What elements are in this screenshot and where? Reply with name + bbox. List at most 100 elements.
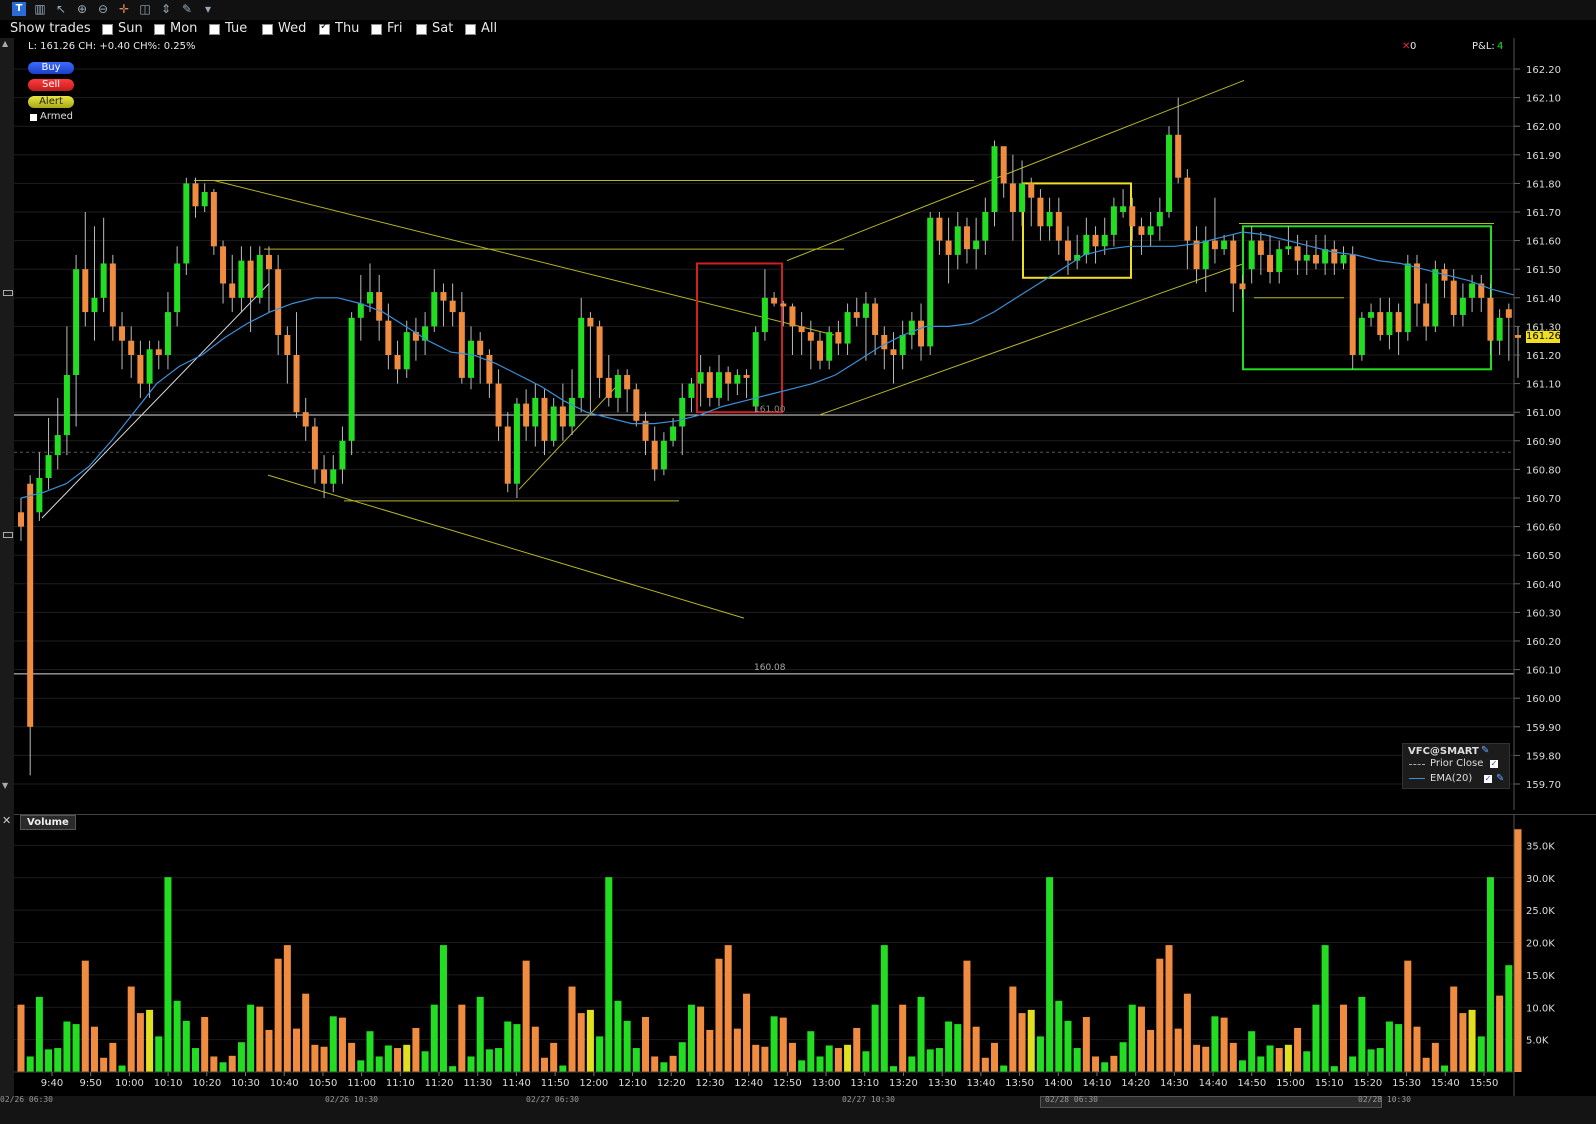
price-tick-label: 160.90 bbox=[1526, 437, 1561, 448]
candle-body bbox=[1055, 212, 1062, 241]
volume-bar bbox=[1073, 1048, 1081, 1072]
volume-bar bbox=[706, 1029, 714, 1072]
sell-button[interactable]: Sell bbox=[28, 79, 74, 91]
volume-chart[interactable]: 35.0K 30.0K 25.0K 20.0K 15.0K 10.0K 5.0K 9:40 9… bbox=[14, 814, 1596, 1096]
volume-bar bbox=[788, 1042, 796, 1072]
volume-bar bbox=[17, 1004, 25, 1072]
volume-bar bbox=[1009, 986, 1017, 1072]
candle-body bbox=[247, 260, 254, 298]
candle-body bbox=[137, 355, 144, 384]
close-volume-icon[interactable]: ✕ bbox=[2, 815, 12, 826]
candle-body bbox=[963, 226, 970, 250]
candle-body bbox=[1312, 254, 1319, 264]
volume-bar bbox=[1110, 1055, 1118, 1072]
volume-bar bbox=[825, 1045, 833, 1072]
app-icon[interactable]: T bbox=[12, 2, 26, 16]
pane-handle-top[interactable] bbox=[3, 290, 13, 296]
candle bbox=[752, 326, 759, 413]
bars-icon[interactable]: ▥ bbox=[33, 2, 47, 16]
scroll-up-icon[interactable]: ▲ bbox=[2, 40, 10, 48]
time-tick-label: 10:40 bbox=[270, 1078, 299, 1089]
volume-tick-label: 35.0K bbox=[1526, 841, 1555, 852]
level-label-161: 161.00 bbox=[754, 405, 786, 415]
date-label-4: 02/27 10:30 bbox=[842, 1095, 895, 1104]
volume-bar bbox=[1183, 993, 1191, 1072]
show-trades-label: Show trades bbox=[10, 21, 91, 36]
price-tick-label: 159.80 bbox=[1526, 751, 1561, 762]
volume-bar bbox=[136, 1013, 144, 1072]
volume-bar bbox=[669, 1055, 677, 1072]
volume-bar bbox=[770, 1016, 778, 1072]
zoom-in-icon[interactable]: ⊕ bbox=[75, 2, 89, 16]
volume-bar bbox=[63, 1021, 71, 1072]
volume-bar bbox=[853, 1027, 861, 1072]
volume-bar bbox=[302, 993, 310, 1072]
price-tick-label: 159.90 bbox=[1526, 723, 1561, 734]
candle-body bbox=[321, 469, 328, 484]
candle-body bbox=[385, 320, 392, 355]
candle-body bbox=[1175, 134, 1182, 178]
day-checkbox-thu[interactable] bbox=[319, 21, 330, 35]
candle-body bbox=[238, 260, 245, 298]
wrench-icon[interactable]: ✎ bbox=[180, 2, 194, 16]
volume-bar bbox=[568, 986, 576, 1072]
split-icon[interactable]: ◫ bbox=[138, 2, 152, 16]
crosshair-icon[interactable]: ✛ bbox=[117, 2, 131, 16]
prior-close-checkbox[interactable]: ✓ bbox=[1490, 760, 1498, 768]
price-chart[interactable]: 162.20 162.10 162.00 161.90 161.80 161.70 161.… bbox=[14, 38, 1596, 810]
dropdown-icon[interactable]: ▾ bbox=[201, 2, 215, 16]
armed-checkbox[interactable] bbox=[30, 114, 37, 121]
scroll-down-icon[interactable]: ▼ bbox=[2, 782, 10, 790]
volume-bar bbox=[945, 1021, 953, 1072]
day-checkbox-mon[interactable] bbox=[154, 24, 165, 35]
cursor-icon[interactable]: ↖ bbox=[54, 2, 68, 16]
day-checkbox-sat[interactable] bbox=[416, 24, 427, 35]
scroll-icon[interactable]: ⇕ bbox=[159, 2, 173, 16]
volume-bar bbox=[384, 1045, 392, 1072]
volume-bar bbox=[1486, 877, 1494, 1072]
candle-body bbox=[1404, 263, 1411, 333]
volume-bar bbox=[586, 1009, 594, 1072]
volume-bar bbox=[1248, 1031, 1256, 1072]
volume-bar bbox=[283, 945, 291, 1072]
alert-button[interactable]: Alert bbox=[28, 96, 74, 108]
volume-bar bbox=[26, 1056, 34, 1072]
volume-bar bbox=[1064, 1020, 1072, 1072]
volume-bar bbox=[430, 1004, 438, 1072]
zoom-out-icon[interactable]: ⊖ bbox=[96, 2, 110, 16]
day-checkbox-sun[interactable] bbox=[102, 24, 113, 35]
candle-body bbox=[569, 397, 576, 427]
left-scroll-strip[interactable]: ▲ ▼ ✕ bbox=[0, 38, 14, 1124]
candle-body bbox=[366, 292, 373, 304]
volume-bar bbox=[357, 1060, 365, 1072]
volume-bar bbox=[779, 1017, 787, 1072]
time-tick-label: 10:50 bbox=[309, 1078, 338, 1089]
volume-bar bbox=[1376, 1048, 1384, 1072]
day-checkbox-all[interactable] bbox=[465, 24, 476, 35]
candle-body bbox=[853, 312, 860, 318]
day-checkbox-tue[interactable] bbox=[209, 24, 220, 35]
day-checkbox-wed[interactable] bbox=[262, 24, 273, 35]
ema-settings-icon[interactable]: ✎ bbox=[1496, 773, 1504, 784]
date-scrollbar[interactable]: 02/26 06:30 02/26 10:30 02/27 06:30 02/2… bbox=[0, 1095, 1596, 1124]
buy-button[interactable]: Buy bbox=[28, 62, 74, 74]
ema-checkbox[interactable]: ✓ bbox=[1484, 775, 1492, 783]
pane-handle-bottom[interactable] bbox=[3, 532, 13, 538]
time-tick-label: 9:40 bbox=[41, 1078, 63, 1089]
chart-toolbar: T ▥ ↖ ⊕ ⊖ ✛ ◫ ⇕ ✎ ▾ bbox=[0, 0, 1596, 20]
time-tick-label: 9:50 bbox=[79, 1078, 101, 1089]
candle-body bbox=[991, 146, 998, 212]
candle-body bbox=[523, 403, 530, 427]
volume-tick-label: 15.0K bbox=[1526, 971, 1555, 982]
volume-bar bbox=[35, 996, 43, 1072]
candle-body bbox=[890, 349, 897, 355]
date-label-1: 02/26 06:30 bbox=[0, 1095, 53, 1104]
volume-bar bbox=[375, 1056, 383, 1072]
time-tick-label: 15:20 bbox=[1353, 1078, 1382, 1089]
volume-bar bbox=[1468, 1009, 1476, 1072]
day-checkbox-fri[interactable] bbox=[371, 24, 382, 35]
candle bbox=[210, 189, 217, 255]
candle-body bbox=[1386, 312, 1393, 335]
legend-settings-icon[interactable]: ✎ bbox=[1481, 745, 1489, 756]
candle-body bbox=[734, 375, 741, 384]
